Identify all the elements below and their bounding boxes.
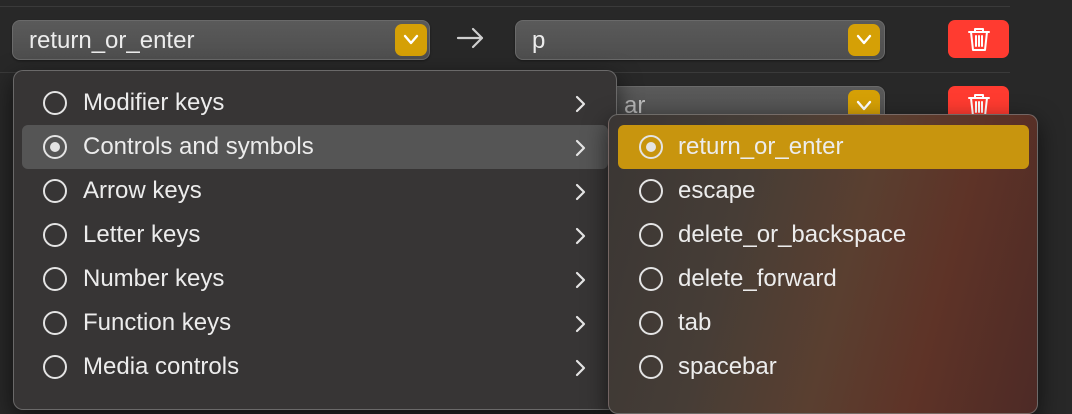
trash-icon [968, 28, 990, 51]
menu-item-label: Letter keys [83, 221, 201, 248]
to-key-value: p [532, 27, 546, 54]
submenu-item-return-or-enter[interactable]: return_or_enter [618, 125, 1029, 169]
chevron-right-icon [575, 139, 586, 157]
radio-icon [43, 311, 67, 335]
controls-and-symbols-submenu: return_or_enter escape delete_or_backspa… [608, 114, 1038, 414]
chevron-right-icon [575, 227, 586, 245]
chevron-down-icon[interactable] [395, 24, 427, 56]
submenu-item-escape[interactable]: escape [618, 169, 1029, 213]
radio-icon [639, 355, 663, 379]
chevron-right-icon [575, 271, 586, 289]
menu-item-controls-and-symbols[interactable]: Controls and symbols [22, 125, 608, 169]
radio-selected-icon [639, 135, 663, 159]
arrow-right-icon [456, 27, 484, 49]
radio-icon [43, 223, 67, 247]
menu-item-function-keys[interactable]: Function keys [22, 301, 608, 345]
radio-icon [639, 311, 663, 335]
menu-item-label: Controls and symbols [83, 133, 314, 160]
submenu-item-label: delete_or_backspace [678, 221, 907, 248]
radio-icon [639, 223, 663, 247]
submenu-item-delete-or-backspace[interactable]: delete_or_backspace [618, 213, 1029, 257]
menu-item-label: Function keys [83, 309, 232, 336]
submenu-item-label: spacebar [678, 353, 777, 380]
submenu-item-delete-forward[interactable]: delete_forward [618, 257, 1029, 301]
menu-item-label: Number keys [83, 265, 225, 292]
row-divider [0, 6, 1010, 7]
menu-item-label: Modifier keys [83, 89, 225, 116]
menu-item-letter-keys[interactable]: Letter keys [22, 213, 608, 257]
key-category-menu: Modifier keys Controls and symbols Arrow… [13, 70, 617, 410]
to-key-select[interactable]: p [515, 20, 885, 60]
from-key-value: return_or_enter [29, 27, 195, 54]
menu-item-label: Arrow keys [83, 177, 202, 204]
submenu-item-tab[interactable]: tab [618, 301, 1029, 345]
radio-icon [43, 267, 67, 291]
submenu-item-label: tab [678, 309, 712, 336]
radio-icon [43, 179, 67, 203]
menu-item-arrow-keys[interactable]: Arrow keys [22, 169, 608, 213]
menu-item-modifier-keys[interactable]: Modifier keys [22, 81, 608, 125]
submenu-item-label: return_or_enter [678, 133, 844, 160]
chevron-right-icon [575, 359, 586, 377]
menu-item-media-controls[interactable]: Media controls [22, 345, 608, 389]
chevron-right-icon [575, 183, 586, 201]
delete-mapping-button[interactable] [948, 20, 1009, 58]
radio-icon [43, 355, 67, 379]
menu-item-number-keys[interactable]: Number keys [22, 257, 608, 301]
submenu-item-label: escape [678, 177, 756, 204]
chevron-right-icon [575, 95, 586, 113]
radio-icon [639, 267, 663, 291]
chevron-right-icon [575, 315, 586, 333]
radio-selected-icon [43, 135, 67, 159]
chevron-down-icon[interactable] [848, 24, 880, 56]
radio-icon [43, 91, 67, 115]
submenu-item-label: delete_forward [678, 265, 837, 292]
from-key-select[interactable]: return_or_enter [12, 20, 430, 60]
radio-icon [639, 179, 663, 203]
menu-item-label: Media controls [83, 353, 240, 380]
submenu-item-spacebar[interactable]: spacebar [618, 345, 1029, 389]
